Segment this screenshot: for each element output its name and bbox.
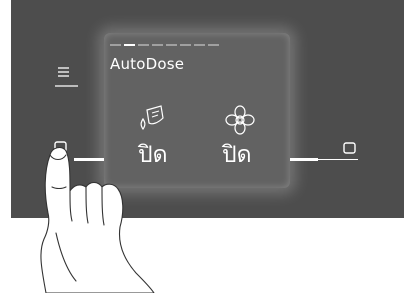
progress-segment — [110, 44, 121, 46]
right-connector-line — [290, 158, 318, 161]
progress-segment — [138, 44, 149, 46]
right-select-button[interactable] — [341, 141, 357, 157]
detergent-drop-icon — [140, 105, 164, 131]
progress-segment — [208, 44, 219, 46]
progress-segment — [124, 44, 135, 46]
menu-icon — [55, 67, 78, 87]
progress-segment — [194, 44, 205, 46]
flower-icon — [225, 105, 255, 135]
progress-indicator — [110, 44, 219, 46]
pointing-hand-icon — [40, 146, 155, 293]
progress-segment — [180, 44, 191, 46]
option-2-state-label: ปิด — [222, 142, 252, 168]
autodose-label: AutoDose — [110, 55, 185, 73]
square-button-icon — [343, 142, 356, 154]
progress-segment — [166, 44, 177, 46]
progress-segment — [152, 44, 163, 46]
right-connector-thin-line — [318, 159, 358, 160]
menu-button[interactable] — [55, 62, 79, 90]
